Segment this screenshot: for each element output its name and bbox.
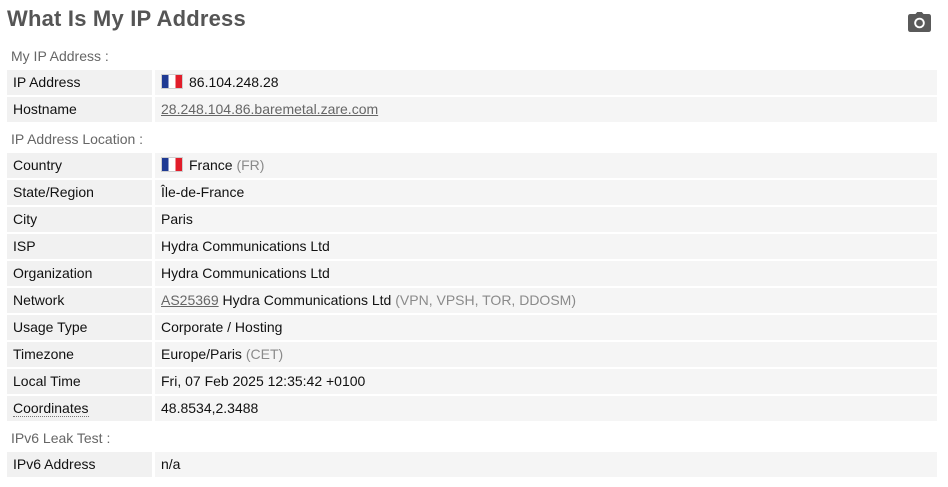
ipv6-address-value: n/a [155, 452, 937, 477]
isp-value: Hydra Communications Ltd [155, 234, 937, 259]
row-ipv6-address: IPv6 Address n/a [7, 452, 937, 477]
organization-value: Hydra Communications Ltd [155, 261, 937, 286]
row-network: Network AS25369 Hydra Communications Ltd… [7, 288, 937, 313]
country-value-cell: France (FR) [155, 153, 937, 178]
row-organization: Organization Hydra Communications Ltd [7, 261, 937, 286]
flag-france-icon [161, 74, 183, 89]
network-label: Network [7, 288, 152, 313]
page-title: What Is My IP Address [7, 6, 246, 31]
country-code: (FR) [236, 157, 265, 173]
local-time-label: Local Time [7, 369, 152, 394]
timezone-label: Timezone [7, 342, 152, 367]
hostname-label: Hostname [7, 97, 152, 122]
row-local-time: Local Time Fri, 07 Feb 2025 12:35:42 +01… [7, 369, 937, 394]
row-usage-type: Usage Type Corporate / Hosting [7, 315, 937, 340]
local-time-value: Fri, 07 Feb 2025 12:35:42 +0100 [155, 369, 937, 394]
row-region: State/Region Île-de-France [7, 180, 937, 205]
city-label: City [7, 207, 152, 232]
section-location-heading: IP Address Location : [11, 131, 144, 147]
row-city: City Paris [7, 207, 937, 232]
row-hostname: Hostname 28.248.104.86.baremetal.zare.co… [7, 97, 937, 122]
timezone-value-cell: Europe/Paris (CET) [155, 342, 937, 367]
region-value: Île-de-France [155, 180, 937, 205]
usage-type-label: Usage Type [7, 315, 152, 340]
city-value: Paris [155, 207, 937, 232]
ip-address-value: 86.104.248.28 [189, 74, 279, 90]
row-timezone: Timezone Europe/Paris (CET) [7, 342, 937, 367]
coordinates-label[interactable]: Coordinates [13, 400, 89, 417]
timezone-abbr: (CET) [245, 346, 284, 362]
row-country: Country France (FR) [7, 153, 937, 178]
flag-france-icon [161, 157, 183, 172]
row-ip-address: IP Address 86.104.248.28 [7, 70, 937, 95]
hostname-value-cell: 28.248.104.86.baremetal.zare.com [155, 97, 937, 122]
hostname-link[interactable]: 28.248.104.86.baremetal.zare.com [161, 101, 378, 117]
section-my-ip-heading: My IP Address : [11, 48, 109, 64]
network-name: Hydra Communications Ltd [222, 292, 392, 308]
isp-label: ISP [7, 234, 152, 259]
camera-icon[interactable] [908, 12, 931, 32]
coordinates-value: 48.8534,2.3488 [155, 396, 937, 421]
coordinates-label-cell: Coordinates [7, 396, 152, 421]
ip-address-value-cell: 86.104.248.28 [155, 70, 937, 95]
network-tags: (VPN, VPSH, TOR, DDOSM) [395, 292, 576, 308]
region-label: State/Region [7, 180, 152, 205]
ip-address-label: IP Address [7, 70, 152, 95]
network-value-cell: AS25369 Hydra Communications Ltd (VPN, V… [155, 288, 937, 313]
ip-info-panel: What Is My IP Address My IP Address : IP… [0, 0, 948, 487]
ipv6-address-label: IPv6 Address [7, 452, 152, 477]
section-ipv6-heading: IPv6 Leak Test : [11, 430, 111, 446]
timezone-value: Europe/Paris [161, 346, 242, 362]
country-value: France [189, 157, 233, 173]
row-isp: ISP Hydra Communications Ltd [7, 234, 937, 259]
network-asn-link[interactable]: AS25369 [161, 292, 219, 308]
organization-label: Organization [7, 261, 152, 286]
country-label: Country [7, 153, 152, 178]
usage-type-value: Corporate / Hosting [155, 315, 937, 340]
row-coordinates: Coordinates 48.8534,2.3488 [7, 396, 937, 421]
